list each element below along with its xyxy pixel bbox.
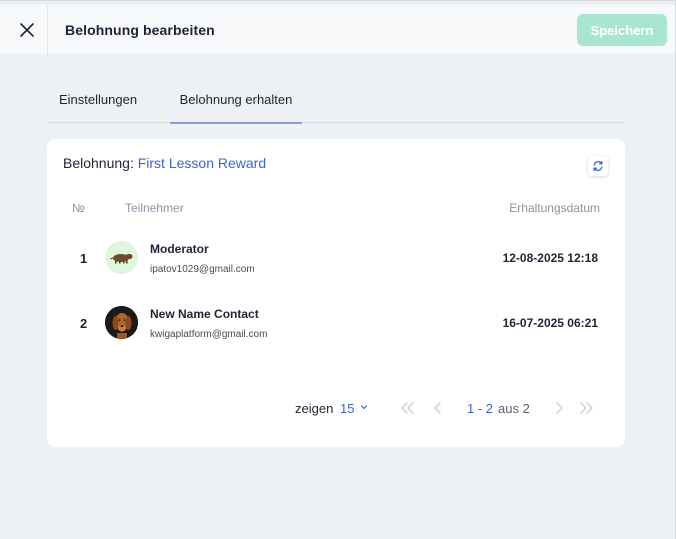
- column-header-number: №: [72, 201, 85, 215]
- first-page-icon[interactable]: [399, 400, 417, 416]
- chevron-down-icon[interactable]: [359, 402, 369, 412]
- participant-name: New Name Contact: [150, 307, 259, 321]
- pagination: zeigen 15 1 - 2 aus 2: [47, 398, 625, 418]
- table-row[interactable]: 2 New Name Contact kwigaplatform@gmail.c…: [47, 302, 625, 352]
- tab-reward-received-label: Belohnung erhalten: [179, 91, 293, 107]
- refresh-button[interactable]: [588, 156, 608, 176]
- received-date: 16-07-2025 06:21: [502, 316, 598, 330]
- tab-settings[interactable]: Einstellungen: [59, 75, 137, 123]
- received-date: 12-08-2025 12:18: [502, 251, 598, 265]
- active-tab-indicator: [170, 122, 302, 124]
- reward-prefix: Belohnung:: [63, 155, 134, 171]
- avatar: [105, 306, 138, 339]
- table-row[interactable]: 1 Moderator ipatov1029@gmail.com 12-08-2…: [47, 237, 625, 287]
- refresh-icon: [593, 160, 603, 172]
- page-range: 1 - 2: [467, 401, 494, 416]
- participant-name: Moderator: [150, 242, 209, 256]
- page: Belohnung bearbeiten Speichern Einstellu…: [0, 0, 676, 539]
- close-icon: [20, 23, 34, 37]
- page-size-select[interactable]: 15: [340, 401, 354, 416]
- page-size-label: zeigen: [295, 401, 334, 416]
- avatar: [105, 241, 138, 274]
- dog-avatar-icon: [105, 306, 138, 339]
- tab-reward-received[interactable]: Belohnung erhalten: [170, 75, 302, 124]
- reward-name[interactable]: First Lesson Reward: [138, 155, 266, 171]
- close-button[interactable]: [8, 12, 46, 48]
- last-page-icon[interactable]: [577, 400, 595, 416]
- page-title: Belohnung bearbeiten: [65, 22, 215, 38]
- page-total: aus 2: [498, 401, 530, 416]
- header-divider: [47, 5, 48, 55]
- row-number: 2: [80, 316, 88, 331]
- previous-page-icon[interactable]: [432, 400, 444, 416]
- reward-heading: Belohnung: First Lesson Reward: [63, 155, 266, 171]
- participant-email: kwigaplatform@gmail.com: [150, 329, 268, 340]
- capybara-avatar-icon: [109, 253, 132, 263]
- header-bar: Belohnung bearbeiten Speichern: [0, 5, 675, 55]
- column-header-participant: Teilnehmer: [125, 201, 184, 215]
- reward-card: Belohnung: First Lesson Reward № Teilneh…: [47, 139, 625, 447]
- tab-bar: Einstellungen Belohnung erhalten: [47, 75, 625, 124]
- participant-email: ipatov1029@gmail.com: [150, 264, 255, 275]
- next-page-icon[interactable]: [553, 400, 565, 416]
- column-header-date: Erhaltungsdatum: [509, 201, 600, 215]
- save-button[interactable]: Speichern: [577, 14, 667, 46]
- row-number: 1: [80, 251, 88, 266]
